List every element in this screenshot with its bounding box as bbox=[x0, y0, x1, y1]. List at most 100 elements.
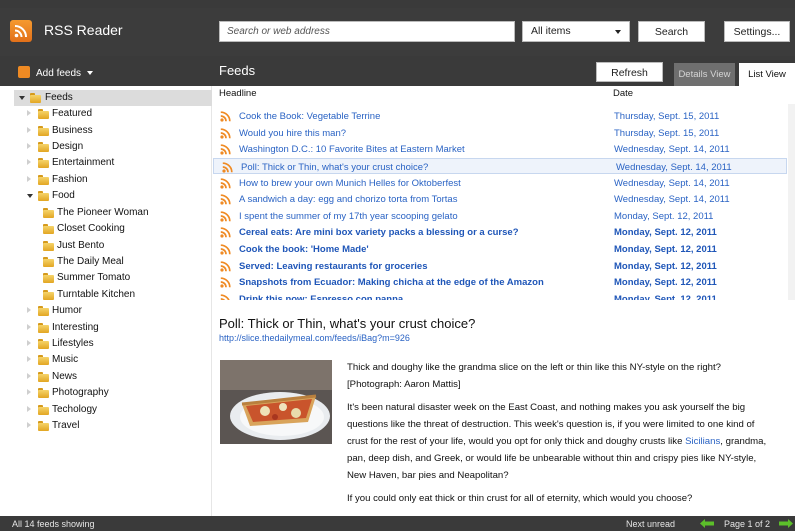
tree-item-feeds[interactable]: Feeds bbox=[14, 90, 212, 106]
expand-arrow-icon[interactable] bbox=[27, 194, 33, 198]
folder-icon bbox=[38, 126, 49, 136]
folder-icon bbox=[38, 306, 49, 316]
article-link[interactable]: http://slice.thedailymeal.com/feeds/iBag… bbox=[219, 333, 410, 343]
expand-arrow-icon[interactable] bbox=[27, 307, 31, 313]
tree-item-just-bento[interactable]: Just Bento bbox=[40, 238, 204, 254]
sicilians-link[interactable]: Sicilians bbox=[685, 436, 720, 447]
column-header-date[interactable]: Date bbox=[613, 88, 633, 99]
feed-row-date: Monday, Sept. 12, 2011 bbox=[614, 227, 717, 238]
tree-item-closet-cooking[interactable]: Closet Cooking bbox=[40, 221, 204, 237]
tree-item-label: Techology bbox=[52, 404, 98, 415]
feed-row-headline: Cook the Book: Vegetable Terrine bbox=[239, 111, 381, 122]
search-input[interactable] bbox=[219, 21, 515, 42]
feed-row[interactable]: Cereal eats: Are mini box variety packs … bbox=[212, 224, 795, 240]
tree-item-label: The Pioneer Woman bbox=[57, 207, 149, 218]
rss-logo-icon bbox=[10, 20, 32, 42]
feed-row-date: Monday, Sept. 12, 2011 bbox=[614, 277, 717, 288]
feed-row[interactable]: Cook the book: 'Home Made' Monday, Sept. … bbox=[212, 241, 795, 257]
tree-item-the-pioneer-woman[interactable]: The Pioneer Woman bbox=[40, 205, 204, 221]
refresh-button[interactable]: Refresh bbox=[596, 62, 663, 82]
feed-row-date: Monday, Sept. 12, 2011 bbox=[614, 294, 717, 300]
pizza-image-icon bbox=[220, 360, 332, 444]
expand-arrow-icon[interactable] bbox=[27, 389, 31, 395]
arrow-left-icon[interactable] bbox=[700, 519, 714, 528]
rss-icon bbox=[220, 277, 231, 288]
feed-row[interactable]: Cook the Book: Vegetable Terrine Thursday… bbox=[212, 108, 795, 124]
tree-item-food[interactable]: Food bbox=[24, 188, 204, 204]
tree-item-design[interactable]: Design bbox=[24, 139, 204, 155]
feed-row[interactable]: Poll: Thick or Thin, what's your crust c… bbox=[213, 158, 787, 174]
feed-row[interactable]: Would you hire this man? Thursday, Sept. … bbox=[212, 125, 795, 141]
tree-item-entertainment[interactable]: Entertainment bbox=[24, 155, 204, 171]
expand-arrow-icon[interactable] bbox=[27, 159, 31, 165]
tree-item-techology[interactable]: Techology bbox=[24, 402, 204, 418]
tree-item-music[interactable]: Music bbox=[24, 352, 204, 368]
rss-small-icon bbox=[18, 66, 30, 78]
tree-item-photography[interactable]: Photography bbox=[24, 385, 204, 401]
expand-arrow-icon[interactable] bbox=[27, 176, 31, 182]
expand-arrow-icon[interactable] bbox=[27, 356, 31, 362]
folder-icon bbox=[38, 109, 49, 119]
tree-item-lifestyles[interactable]: Lifestyles bbox=[24, 336, 204, 352]
tree-item-summer-tomato[interactable]: Summer Tomato bbox=[40, 270, 204, 286]
feed-row[interactable]: Served: Leaving restaurants for grocerie… bbox=[212, 258, 795, 274]
expand-arrow-icon[interactable] bbox=[27, 422, 31, 428]
arrow-right-icon[interactable] bbox=[779, 519, 793, 528]
tree-item-label: Closet Cooking bbox=[57, 223, 125, 234]
tree-item-featured[interactable]: Featured bbox=[24, 106, 204, 122]
expand-arrow-icon[interactable] bbox=[27, 143, 31, 149]
folder-icon bbox=[43, 224, 54, 234]
next-unread-link[interactable]: Next unread bbox=[626, 519, 675, 529]
folder-icon bbox=[38, 339, 49, 349]
settings-button[interactable]: Settings... bbox=[724, 21, 790, 42]
feed-row[interactable]: Washington D.C.: 10 Favorite Bites at Ea… bbox=[212, 141, 795, 157]
expand-arrow-icon[interactable] bbox=[19, 96, 25, 100]
tree-item-label: Fashion bbox=[52, 174, 88, 185]
expand-arrow-icon[interactable] bbox=[27, 340, 31, 346]
tree-item-label: Music bbox=[52, 354, 79, 365]
feed-row[interactable]: A sandwich a day: egg and chorizo torta … bbox=[212, 191, 795, 207]
rss-icon bbox=[220, 144, 231, 155]
folder-icon bbox=[38, 388, 49, 398]
tree-item-turntable-kitchen[interactable]: Turntable Kitchen bbox=[40, 287, 204, 303]
tree-item-label: News bbox=[52, 371, 78, 382]
tree-item-the-daily-meal[interactable]: The Daily Meal bbox=[40, 254, 204, 270]
expand-arrow-icon[interactable] bbox=[27, 406, 31, 412]
feed-row[interactable]: How to brew your own Munich Helles for O… bbox=[212, 175, 795, 191]
tree-item-business[interactable]: Business bbox=[24, 123, 204, 139]
search-button[interactable]: Search bbox=[638, 21, 705, 42]
tree-item-label: Design bbox=[52, 141, 84, 152]
add-feeds-button[interactable]: Add feeds bbox=[18, 66, 94, 79]
expand-arrow-icon[interactable] bbox=[27, 127, 31, 133]
feed-row-headline: Snapshots from Ecuador: Making chicha at… bbox=[239, 277, 544, 288]
feed-row[interactable]: I spent the summer of my 17th year scoop… bbox=[212, 208, 795, 224]
tree-item-interesting[interactable]: Interesting bbox=[24, 320, 204, 336]
tree-item-fashion[interactable]: Fashion bbox=[24, 172, 204, 188]
rss-icon bbox=[220, 227, 231, 238]
folder-icon bbox=[38, 142, 49, 152]
feed-row-headline: Poll: Thick or Thin, what's your crust c… bbox=[241, 162, 429, 173]
tab-list-view[interactable]: List View bbox=[739, 63, 795, 86]
feed-row[interactable]: Snapshots from Ecuador: Making chicha at… bbox=[212, 274, 795, 290]
folder-icon bbox=[43, 257, 54, 267]
feed-row-headline: Drink this now: Espresso con panna bbox=[239, 294, 404, 300]
feed-row-date: Monday, Sept. 12, 2011 bbox=[614, 244, 717, 255]
feed-row-date: Thursday, Sept. 15, 2011 bbox=[614, 128, 720, 139]
expand-arrow-icon[interactable] bbox=[27, 373, 31, 379]
tree-item-news[interactable]: News bbox=[24, 369, 204, 385]
folder-icon bbox=[30, 93, 41, 103]
feed-row-headline: I spent the summer of my 17th year scoop… bbox=[239, 211, 458, 222]
feed-row[interactable]: Drink this now: Espresso con panna Monday… bbox=[212, 291, 795, 300]
tree-item-humor[interactable]: Humor bbox=[24, 303, 204, 319]
sub-toolbar: Add feeds Feeds Refresh Details View Lis… bbox=[0, 56, 795, 86]
expand-arrow-icon[interactable] bbox=[27, 324, 31, 330]
filter-dropdown[interactable]: All items bbox=[522, 21, 630, 42]
tree-item-travel[interactable]: Travel bbox=[24, 418, 204, 434]
tab-details-view[interactable]: Details View bbox=[674, 63, 735, 86]
column-header-headline[interactable]: Headline bbox=[219, 88, 257, 99]
chevron-down-icon bbox=[615, 30, 621, 34]
tree-item-label: The Daily Meal bbox=[57, 256, 124, 267]
expand-arrow-icon[interactable] bbox=[27, 110, 31, 116]
tree-item-label: Entertainment bbox=[52, 157, 115, 168]
rss-icon bbox=[220, 128, 231, 139]
